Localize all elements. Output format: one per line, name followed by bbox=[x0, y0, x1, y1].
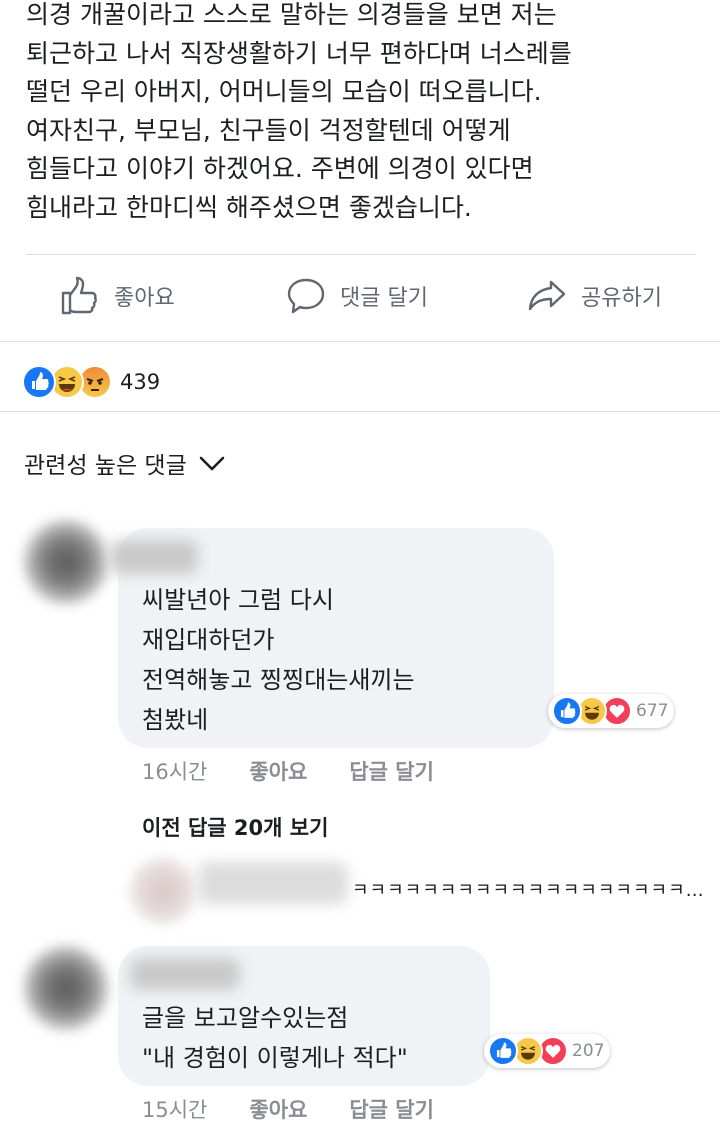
post-text: 의경 개꿀이라고 스스로 말하는 의경들을 보면 저는 퇴근하고 나서 직장생활… bbox=[26, 0, 706, 227]
thumbs-up-icon bbox=[61, 276, 97, 315]
like-button[interactable]: 좋아요 bbox=[60, 276, 175, 316]
comment-line: "내 경험이 이렇게나 적다" bbox=[142, 1044, 408, 1072]
comment-button[interactable]: 댓글 달기 bbox=[286, 276, 428, 316]
comment-timestamp: 15시간 bbox=[142, 1098, 208, 1122]
view-previous-replies-link[interactable]: 이전 답글 20개 보기 bbox=[142, 812, 328, 842]
divider bbox=[0, 411, 720, 412]
post-line: 떨던 우리 아버지, 어머니들의 모습이 떠오릅니다. bbox=[26, 77, 542, 106]
post-line: 힘들다고 이야기 하겠어요. 주변에 의경이 있다면 bbox=[26, 154, 534, 183]
like-label: 좋아요 bbox=[114, 286, 175, 311]
comment-reply-link[interactable]: 답글 달기 bbox=[349, 756, 434, 786]
comment-line: 첨봤네 bbox=[142, 706, 209, 734]
comment-like-link[interactable]: 좋아요 bbox=[249, 1094, 307, 1124]
comment-reaction-count: 677 bbox=[636, 701, 669, 721]
comment-line: 재입대하던가 bbox=[142, 626, 275, 654]
post-line: 힘내라고 한마디씩 해주셨으면 좋겠습니다. bbox=[26, 192, 472, 222]
sort-label: 관련성 높은 댓글 bbox=[24, 453, 187, 479]
comment-label: 댓글 달기 bbox=[340, 286, 428, 311]
comment-text: 씨발년아 그럼 다시 재입대하던가 전역해놓고 찡찡대는새끼는 첨봤네 bbox=[142, 580, 415, 740]
comment-line: 전역해놓고 찡찡대는새끼는 bbox=[142, 666, 415, 694]
post-line: 여자친구, 부모님, 친구들이 걱정할텐데 어떻게 bbox=[26, 115, 511, 145]
reaction-summary[interactable]: 439 bbox=[22, 365, 160, 399]
commenter-name[interactable] bbox=[130, 958, 240, 990]
comment-reactions[interactable]: 207 bbox=[484, 1034, 611, 1068]
post-line: 퇴근하고 나서 직장생활하기 너무 편하다며 너스레를 bbox=[26, 38, 572, 68]
avatar[interactable] bbox=[24, 946, 108, 1030]
post-line: 의경 개꿀이라고 스스로 말하는 의경들을 보면 저는 bbox=[26, 0, 557, 29]
comment-reply-link[interactable]: 답글 달기 bbox=[349, 1094, 434, 1124]
comment-timestamp: 16시간 bbox=[142, 760, 208, 784]
reply-avatar[interactable] bbox=[130, 858, 196, 924]
reply-preview-text[interactable]: ㅋㅋㅋㅋㅋㅋㅋㅋㅋㅋㅋㅋㅋㅋㅋㅋㅋㅋㅋ… bbox=[352, 876, 705, 902]
comment-text: 글을 보고알수있는점 "내 경험이 이렇게나 적다" bbox=[142, 998, 408, 1078]
share-label: 공유하기 bbox=[581, 286, 662, 311]
comment-like-link[interactable]: 좋아요 bbox=[249, 756, 307, 786]
avatar[interactable] bbox=[24, 520, 108, 604]
like-icon bbox=[488, 1036, 518, 1066]
share-icon bbox=[528, 280, 566, 311]
share-button[interactable]: 공유하기 bbox=[527, 276, 662, 316]
divider bbox=[26, 254, 696, 255]
comment-line: 글을 보고알수있는점 bbox=[142, 1004, 349, 1032]
commenter-name[interactable] bbox=[110, 540, 198, 574]
comment-reactions[interactable]: 677 bbox=[548, 694, 675, 728]
reply-author-name[interactable] bbox=[198, 862, 348, 904]
comment-icon bbox=[287, 278, 325, 314]
comment-reaction-count: 207 bbox=[572, 1041, 605, 1061]
like-icon bbox=[552, 696, 582, 726]
comment-sort-dropdown[interactable]: 관련성 높은 댓글 bbox=[24, 446, 227, 480]
comment-meta: 16시간 좋아요 답글 달기 bbox=[142, 756, 476, 786]
comment-line: 씨발년아 그럼 다시 bbox=[142, 586, 334, 614]
chevron-down-icon bbox=[199, 456, 225, 471]
divider bbox=[0, 341, 720, 342]
comment-meta: 15시간 좋아요 답글 달기 bbox=[142, 1094, 476, 1124]
like-icon bbox=[22, 365, 56, 399]
reaction-count: 439 bbox=[120, 370, 161, 394]
